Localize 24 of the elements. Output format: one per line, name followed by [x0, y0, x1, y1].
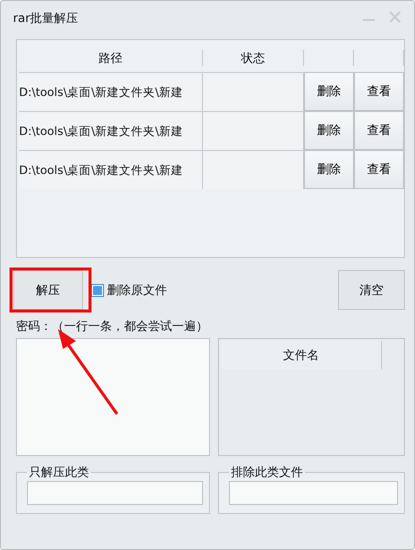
view-button[interactable]: 查看 — [354, 150, 404, 189]
path-cell: D:\tools\桌面\新建文件夹\新建 — [19, 111, 203, 150]
checkbox-label: 删除原文件 — [107, 282, 167, 298]
window-title: rar批量解压 — [13, 10, 80, 27]
column-header: 文件名 — [282, 346, 319, 364]
clear-button[interactable]: 清空 — [338, 270, 405, 310]
password-label: 密码：（一行一条，都会尝试一遍） — [16, 319, 208, 333]
close-icon[interactable] — [388, 10, 402, 24]
path-cell: D:\tools\桌面\新建文件夹\新建 — [19, 72, 203, 111]
filter-input[interactable] — [27, 481, 203, 505]
column-header: 路径 — [98, 50, 122, 66]
group-title: 排除此类文件 — [230, 464, 304, 481]
checkbox[interactable] — [91, 284, 104, 296]
delete-button[interactable]: 删除 — [304, 72, 354, 111]
password-field[interactable] — [16, 338, 210, 456]
path-cell: D:\tools\桌面\新建文件夹\新建 — [19, 150, 203, 189]
column-header: 状态 — [241, 50, 265, 66]
extract-button[interactable]: 解压 — [13, 270, 83, 310]
group-title: 只解压此类 — [28, 464, 90, 481]
view-button[interactable]: 查看 — [354, 111, 404, 150]
filter-input[interactable] — [228, 481, 398, 505]
view-button[interactable]: 查看 — [354, 72, 404, 111]
delete-button[interactable]: 删除 — [304, 111, 354, 150]
delete-button[interactable]: 删除 — [304, 150, 354, 189]
